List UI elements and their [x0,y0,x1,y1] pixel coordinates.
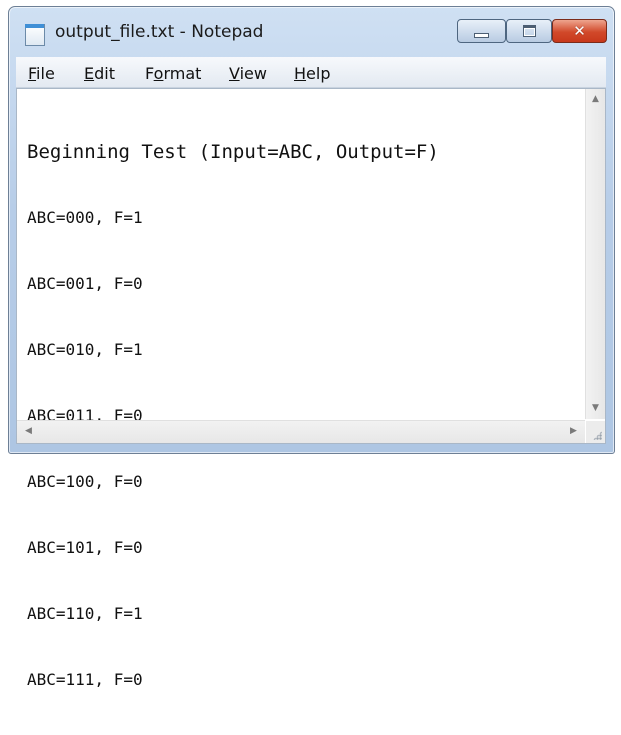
horizontal-scrollbar[interactable]: ◀ ▶ [17,420,585,443]
title-bar[interactable]: output_file.txt - Notepad ✕ [9,7,614,53]
text-editor[interactable]: Beginning Test (Input=ABC, Output=F) ABC… [16,88,606,689]
text-line: ABC=100, F=0 [27,472,143,491]
text-line: ABC=000, F=1 [27,208,143,227]
scroll-down-arrow-icon[interactable]: ▼ [586,400,605,417]
menu-edit[interactable]: Edit [84,64,115,83]
text-line: ABC=001, F=0 [27,274,143,293]
text-line: ABC=101, F=0 [27,538,143,557]
notepad-window: output_file.txt - Notepad ✕ File Edit Fo… [8,6,615,689]
text-line: ABC=111, F=0 [27,670,143,689]
menu-file[interactable]: File [28,64,55,83]
menu-view[interactable]: View [229,64,267,83]
text-line: ABC=110, F=1 [27,604,143,623]
minimize-button[interactable] [457,19,506,43]
menu-format[interactable]: Format [145,64,201,83]
text-line: Beginning Test (Input=ABC, Output=F) [27,141,439,163]
minimize-icon [474,32,489,38]
close-button[interactable]: ✕ [552,19,607,43]
scroll-left-arrow-icon[interactable]: ◀ [19,423,38,440]
maximize-icon [522,25,536,37]
notepad-app-icon [25,24,45,46]
menu-bar: File Edit Format View Help [16,57,606,88]
resize-grip-icon[interactable] [586,421,605,443]
text-line: ABC=010, F=1 [27,340,143,359]
scroll-up-arrow-icon[interactable]: ▲ [586,91,605,108]
close-icon: ✕ [573,21,586,40]
window-title: output_file.txt - Notepad [55,22,264,42]
menu-help[interactable]: Help [294,64,330,83]
document-text[interactable]: Beginning Test (Input=ABC, Output=F) ABC… [27,97,582,689]
vertical-scrollbar[interactable]: ▲ ▼ [585,89,605,419]
scroll-right-arrow-icon[interactable]: ▶ [564,423,583,440]
maximize-button[interactable] [506,19,552,43]
